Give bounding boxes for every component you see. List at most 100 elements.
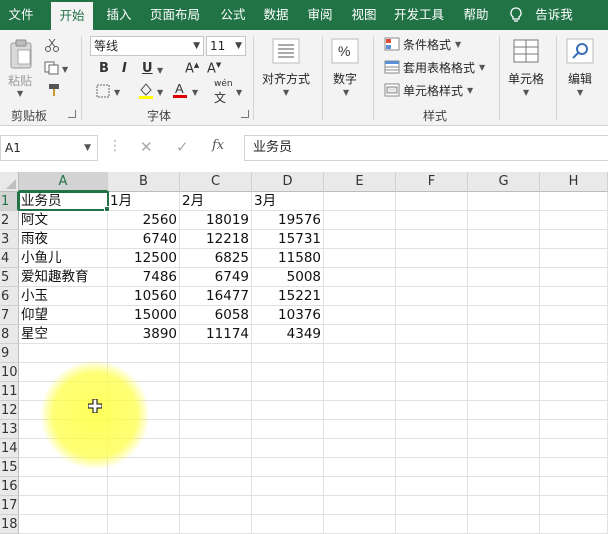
column-header-h[interactable]: H: [540, 172, 608, 192]
cells-button-label[interactable]: 单元格: [508, 70, 544, 87]
font-launcher-icon[interactable]: [241, 110, 249, 118]
cell-a6[interactable]: 小玉: [19, 287, 108, 306]
row-header-15[interactable]: 15: [0, 458, 19, 477]
row-header-16[interactable]: 16: [0, 477, 19, 496]
cell-a7[interactable]: 仰望: [19, 306, 108, 325]
cell-f13[interactable]: [396, 420, 468, 439]
formula-input[interactable]: 业务员: [244, 135, 608, 161]
cell-g16[interactable]: [468, 477, 540, 496]
format-painter-icon[interactable]: [44, 83, 60, 100]
conditional-format-dropdown-icon[interactable]: ▼: [455, 40, 461, 49]
cell-g6[interactable]: [468, 287, 540, 306]
tab-review[interactable]: 审阅: [299, 0, 341, 30]
border-dropdown-icon[interactable]: ▼: [114, 88, 120, 97]
cell-h11[interactable]: [540, 382, 608, 401]
cell-c11[interactable]: [180, 382, 252, 401]
cell-d8[interactable]: 4349: [252, 325, 324, 344]
cell-d14[interactable]: [252, 439, 324, 458]
cell-e17[interactable]: [324, 496, 396, 515]
insert-function-button[interactable]: fx: [212, 138, 224, 153]
cell-f9[interactable]: [396, 344, 468, 363]
fill-color-icon[interactable]: [138, 82, 154, 103]
cell-f11[interactable]: [396, 382, 468, 401]
column-header-g[interactable]: G: [468, 172, 540, 192]
cell-h18[interactable]: [540, 515, 608, 534]
phonetic-dropdown-icon[interactable]: ▼: [236, 88, 242, 97]
row-header-17[interactable]: 17: [0, 496, 19, 515]
cell-b16[interactable]: [108, 477, 180, 496]
row-header-1[interactable]: 1: [0, 192, 19, 211]
cell-g4[interactable]: [468, 249, 540, 268]
cell-d17[interactable]: [252, 496, 324, 515]
cell-a15[interactable]: [19, 458, 108, 477]
cell-f2[interactable]: [396, 211, 468, 230]
underline-button[interactable]: U: [142, 61, 153, 76]
cell-c10[interactable]: [180, 363, 252, 382]
table-format-dropdown-icon[interactable]: ▼: [479, 63, 485, 72]
cell-styles-icon[interactable]: [384, 83, 400, 100]
cell-g5[interactable]: [468, 268, 540, 287]
cell-f16[interactable]: [396, 477, 468, 496]
cell-c4[interactable]: 6825: [180, 249, 252, 268]
cell-d2[interactable]: 19576: [252, 211, 324, 230]
tab-developer[interactable]: 开发工具: [390, 0, 448, 30]
cell-b4[interactable]: 12500: [108, 249, 180, 268]
cell-c3[interactable]: 12218: [180, 230, 252, 249]
cell-e13[interactable]: [324, 420, 396, 439]
cell-d1[interactable]: 3月: [252, 192, 324, 211]
cell-b12[interactable]: [108, 401, 180, 420]
cell-a18[interactable]: [19, 515, 108, 534]
row-header-6[interactable]: 6: [0, 287, 19, 306]
cell-c14[interactable]: [180, 439, 252, 458]
cell-f18[interactable]: [396, 515, 468, 534]
cell-a4[interactable]: 小鱼儿: [19, 249, 108, 268]
row-header-14[interactable]: 14: [0, 439, 19, 458]
row-header-18[interactable]: 18: [0, 515, 19, 534]
cell-h1[interactable]: [540, 192, 608, 211]
cell-e3[interactable]: [324, 230, 396, 249]
tab-formulas[interactable]: 公式: [213, 0, 253, 30]
cell-h17[interactable]: [540, 496, 608, 515]
cell-b15[interactable]: [108, 458, 180, 477]
increase-font-icon[interactable]: A▲: [185, 61, 199, 76]
conditional-format-button[interactable]: 条件格式: [403, 36, 451, 53]
cell-c6[interactable]: 16477: [180, 287, 252, 306]
cell-c5[interactable]: 6749: [180, 268, 252, 287]
cell-e4[interactable]: [324, 249, 396, 268]
cell-f1[interactable]: [396, 192, 468, 211]
cell-g3[interactable]: [468, 230, 540, 249]
conditional-format-icon[interactable]: [384, 37, 400, 54]
cell-f8[interactable]: [396, 325, 468, 344]
confirm-icon[interactable]: ✓: [176, 138, 189, 156]
cell-e2[interactable]: [324, 211, 396, 230]
search-icon[interactable]: [566, 38, 594, 67]
table-format-button[interactable]: 套用表格格式: [403, 59, 475, 76]
editing-button-label[interactable]: 编辑: [568, 70, 592, 87]
cell-a2[interactable]: 阿文: [19, 211, 108, 230]
column-header-d[interactable]: D: [252, 172, 324, 192]
cell-h8[interactable]: [540, 325, 608, 344]
cell-g14[interactable]: [468, 439, 540, 458]
cell-e14[interactable]: [324, 439, 396, 458]
cell-c2[interactable]: 18019: [180, 211, 252, 230]
cell-b2[interactable]: 2560: [108, 211, 180, 230]
paste-icon[interactable]: [8, 38, 34, 73]
cell-d12[interactable]: [252, 401, 324, 420]
cell-f5[interactable]: [396, 268, 468, 287]
cell-g10[interactable]: [468, 363, 540, 382]
cell-d5[interactable]: 5008: [252, 268, 324, 287]
alignment-icon[interactable]: [272, 38, 300, 67]
cell-g13[interactable]: [468, 420, 540, 439]
row-header-13[interactable]: 13: [0, 420, 19, 439]
row-header-12[interactable]: 12: [0, 401, 19, 420]
font-color-icon[interactable]: A: [172, 80, 188, 103]
editing-dropdown-icon[interactable]: ▼: [577, 88, 583, 97]
cell-h4[interactable]: [540, 249, 608, 268]
font-color-dropdown-icon[interactable]: ▼: [192, 88, 198, 97]
cell-g17[interactable]: [468, 496, 540, 515]
cell-g12[interactable]: [468, 401, 540, 420]
cell-e11[interactable]: [324, 382, 396, 401]
cell-a1[interactable]: 业务员: [19, 192, 108, 211]
clipboard-launcher-icon[interactable]: [68, 110, 76, 118]
column-header-e[interactable]: E: [324, 172, 396, 192]
